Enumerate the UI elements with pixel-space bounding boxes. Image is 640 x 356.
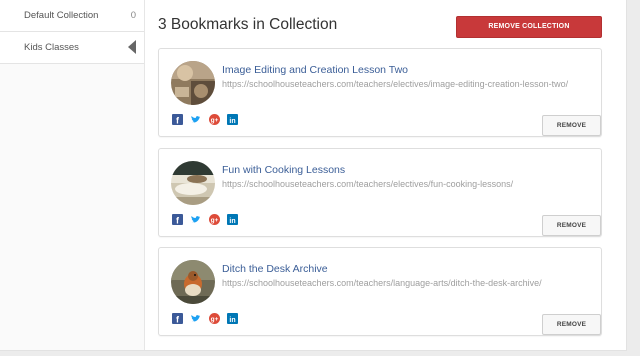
remove-bookmark-button[interactable]: REMOVE (542, 115, 601, 136)
app-frame: Default Collection 0 Kids Classes 3 Book… (0, 0, 627, 351)
caret-left-icon (128, 40, 136, 54)
svg-text:g+: g+ (211, 217, 219, 224)
linkedin-icon[interactable]: in (227, 114, 239, 125)
google-plus-icon[interactable]: g+ (208, 313, 220, 324)
svg-text:in: in (230, 218, 236, 225)
svg-text:in: in (230, 317, 236, 324)
cooking-photo-thumbnail[interactable] (171, 161, 215, 205)
facebook-icon[interactable]: f (172, 313, 183, 324)
bookmark-title-link[interactable]: Ditch the Desk Archive (222, 263, 328, 275)
bookmark-card: Fun with Cooking Lessons https://schoolh… (158, 148, 602, 237)
sidebar-item-default-collection[interactable]: Default Collection 0 (0, 0, 144, 32)
svg-text:g+: g+ (211, 316, 219, 323)
collections-sidebar: Default Collection 0 Kids Classes (0, 0, 145, 350)
remove-bookmark-button[interactable]: REMOVE (542, 314, 601, 335)
twitter-icon[interactable] (190, 313, 201, 324)
main-content: 3 Bookmarks in Collection REMOVE COLLECT… (158, 0, 602, 350)
twitter-icon[interactable] (190, 214, 201, 225)
svg-text:in: in (230, 118, 236, 125)
google-plus-icon[interactable]: g+ (208, 214, 220, 225)
sidebar-item-count: 0 (130, 10, 136, 21)
bookmark-title-link[interactable]: Fun with Cooking Lessons (222, 164, 345, 176)
share-icons: f g+ in (172, 214, 241, 226)
bird-photo-thumbnail[interactable] (171, 260, 215, 304)
facebook-icon[interactable]: f (172, 114, 183, 125)
google-plus-icon[interactable]: g+ (208, 114, 220, 125)
sidebar-item-kids-classes[interactable]: Kids Classes (0, 32, 144, 64)
linkedin-icon[interactable]: in (227, 313, 239, 324)
share-icons: f g+ in (172, 114, 241, 126)
share-icons: f g+ in (172, 313, 241, 325)
bookmark-url: https://schoolhouseteachers.com/teachers… (222, 179, 514, 189)
bookmark-card: Image Editing and Creation Lesson Two ht… (158, 48, 602, 137)
twitter-icon[interactable] (190, 114, 201, 125)
linkedin-icon[interactable]: in (227, 214, 239, 225)
remove-bookmark-button[interactable]: REMOVE (542, 215, 601, 236)
sidebar-item-label: Kids Classes (24, 42, 79, 53)
painting-photo-thumbnail[interactable] (171, 61, 215, 105)
page-title: 3 Bookmarks in Collection (158, 16, 338, 33)
bookmark-title-link[interactable]: Image Editing and Creation Lesson Two (222, 64, 408, 76)
sidebar-item-label: Default Collection (24, 10, 99, 21)
bookmark-card: Ditch the Desk Archive https://schoolhou… (158, 247, 602, 336)
remove-collection-button[interactable]: REMOVE COLLECTION (456, 16, 602, 38)
svg-text:g+: g+ (211, 117, 219, 124)
facebook-icon[interactable]: f (172, 214, 183, 225)
bookmark-url: https://schoolhouseteachers.com/teachers… (222, 278, 542, 288)
bookmark-url: https://schoolhouseteachers.com/teachers… (222, 79, 569, 89)
